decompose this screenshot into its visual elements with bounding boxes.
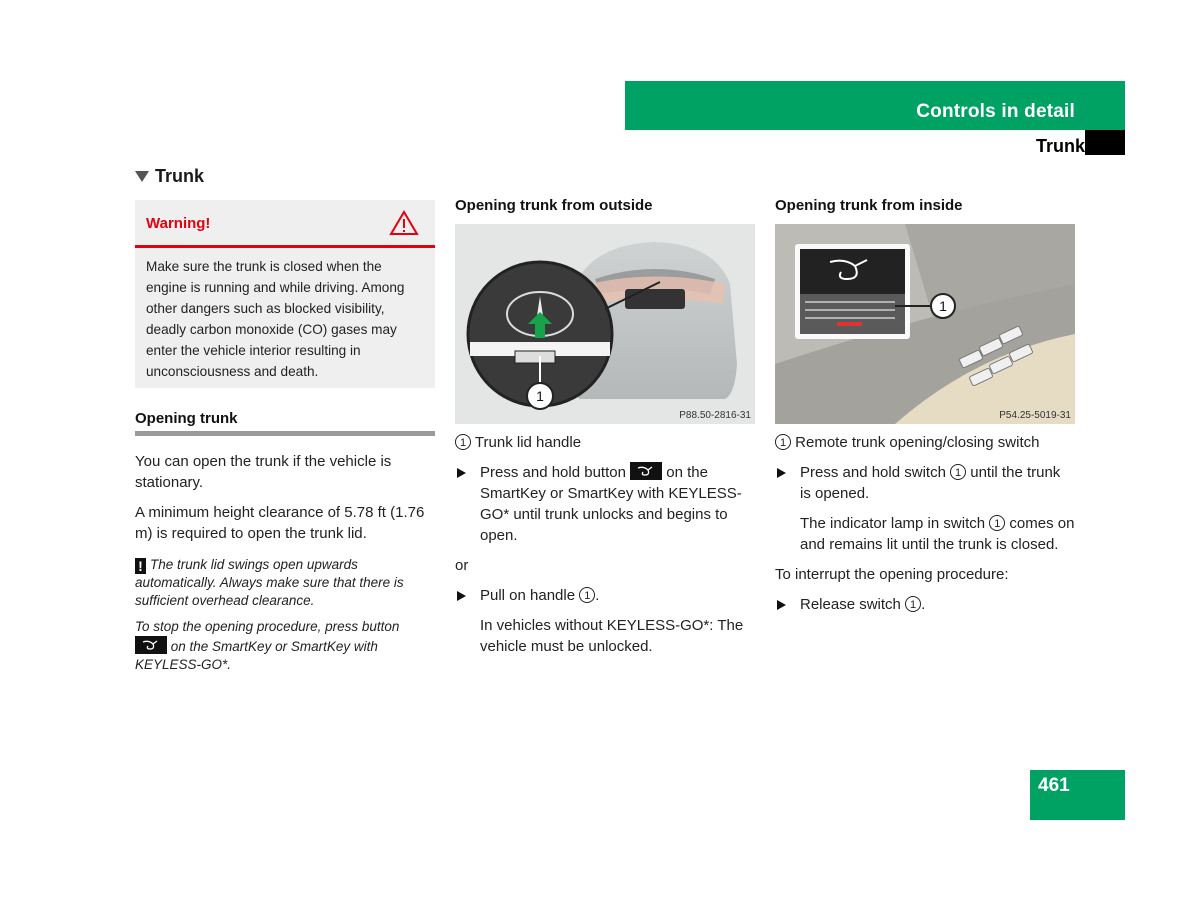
inside-step-1-before: Press and hold switch <box>800 464 946 481</box>
section-marker-block <box>1085 130 1125 155</box>
trunk-key-button-icon <box>135 636 167 654</box>
outside-heading: Opening trunk from outside <box>455 197 653 214</box>
svg-text:1: 1 <box>939 298 947 314</box>
inside-step-1-note: The indicator lamp in switch 1 comes on … <box>775 513 1075 555</box>
warning-label: Warning! <box>146 215 211 232</box>
callout-1-icon: 1 <box>775 434 791 450</box>
warning-box: Warning! Make sure the trunk is closed w… <box>135 200 435 388</box>
door-panel-illustration: 1 <box>775 224 1075 424</box>
page-number: 461 <box>1038 775 1070 796</box>
outside-instructions: 1 Trunk lid handle Press and hold button… <box>455 432 755 657</box>
inside-heading-wrap: Opening trunk from inside <box>775 197 1075 214</box>
heading-rule <box>135 431 435 436</box>
svg-text:1: 1 <box>536 388 544 404</box>
inside-note-before: The indicator lamp in switch <box>800 515 986 532</box>
interrupt-text: To interrupt the opening procedure: <box>775 566 1009 583</box>
warning-header: Warning! <box>135 200 435 248</box>
chapter-title: Controls in detail <box>916 101 1075 122</box>
exclamation-icon: ! <box>135 558 146 574</box>
trunk-key-button-icon <box>630 462 663 480</box>
opening-trunk-section: Opening trunk You can open the trunk if … <box>135 410 435 674</box>
outside-figure-code: P88.50-2816-31 <box>679 410 751 421</box>
car-rear-illustration: 1 <box>466 242 737 410</box>
outside-step-2: Pull on handle 1. <box>455 585 755 606</box>
note-stop: To stop the opening procedure, press but… <box>135 618 435 674</box>
callout-1-icon: 1 <box>950 464 967 480</box>
inside-legend-text: Remote trunk opening/closing switch <box>795 434 1040 451</box>
outside-legend: 1 Trunk lid handle <box>455 432 755 453</box>
chapter-header-bar: Controls in detail <box>625 81 1125 130</box>
clearance-paragraph: A minimum height clearance of 5.78 ft (1… <box>135 504 425 542</box>
section-title-text: Trunk <box>155 166 205 186</box>
opening-trunk-heading: Opening trunk <box>135 410 238 427</box>
outside-legend-text: Trunk lid handle <box>474 434 582 451</box>
section-title: Trunk <box>135 166 204 187</box>
inside-step-1: Press and hold switch 1 until the trunk … <box>775 462 1075 504</box>
inside-step-2-before: Release switch <box>800 596 901 613</box>
inside-step-2-after: . <box>921 596 926 613</box>
section-header: Trunk <box>1035 136 1085 156</box>
inside-figure: 1 P54.25-5019-31 <box>775 224 1075 424</box>
inside-step-2: Release switch 1. <box>775 594 1075 615</box>
inside-legend: 1 Remote trunk opening/closing switch <box>775 432 1075 453</box>
callout-1-icon: 1 <box>989 515 1006 531</box>
outside-heading-wrap: Opening trunk from outside <box>455 197 755 214</box>
note-stop-text-after: on the SmartKey or SmartKey with KEYLESS… <box>135 639 378 672</box>
outside-step-1-before: Press and hold button <box>480 464 626 481</box>
page-number-box: 461 <box>1030 770 1125 820</box>
inside-heading: Opening trunk from inside <box>775 197 963 214</box>
outside-step-2-after: . <box>595 587 600 604</box>
outside-step-1: Press and hold button on the SmartKey or… <box>455 462 755 546</box>
note-stop-text-before: To stop the opening procedure, press but… <box>135 619 400 634</box>
callout-1-icon: 1 <box>455 434 471 450</box>
stationary-paragraph: You can open the trunk if the vehicle is… <box>135 453 392 491</box>
inside-figure-code: P54.25-5019-31 <box>999 410 1071 421</box>
or-text: or <box>455 557 469 574</box>
warning-text: Make sure the trunk is closed when the e… <box>146 259 405 379</box>
callout-1-icon: 1 <box>905 596 922 612</box>
outside-step-2-note: In vehicles without KEYLESS-GO*: The veh… <box>480 617 744 655</box>
callout-1-icon: 1 <box>579 587 596 603</box>
warning-triangle-icon <box>389 210 419 235</box>
inside-instructions: 1 Remote trunk opening/closing switch Pr… <box>775 432 1075 615</box>
note-clearance-text: The trunk lid swings open upwards automa… <box>135 557 404 608</box>
outside-step-2-before: Pull on handle <box>480 587 576 604</box>
note-clearance: ! The trunk lid swings open upwards autom… <box>135 556 435 610</box>
outside-figure: 1 P88.50-2816-31 <box>455 224 755 424</box>
triangle-down-icon <box>135 171 149 182</box>
